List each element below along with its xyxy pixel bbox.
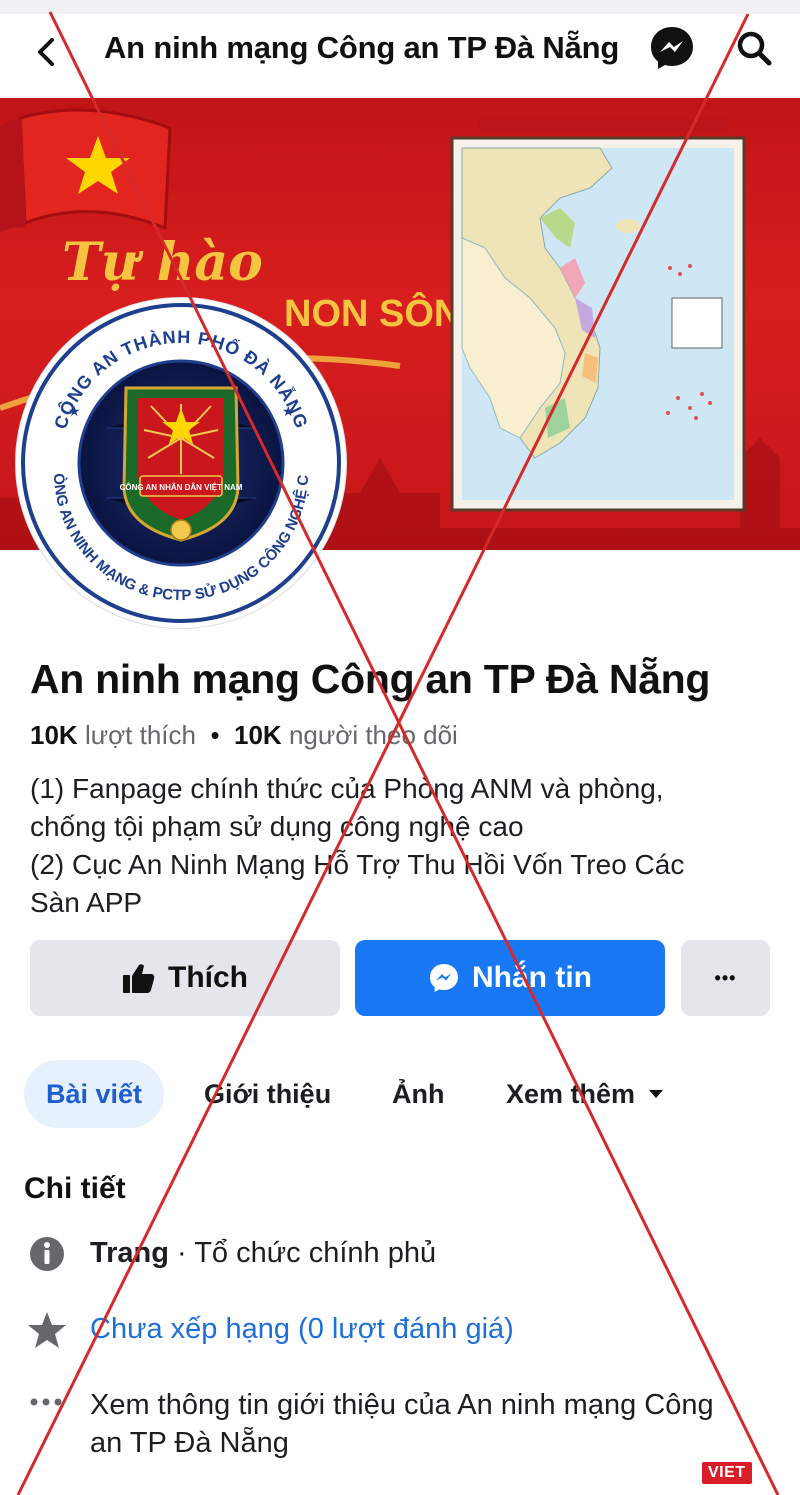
like-button[interactable]: Thích — [30, 940, 340, 1016]
profile-avatar[interactable]: CÔNG AN THÀNH PHỐ ĐÀ NẴNG PHÒNG AN NINH … — [10, 285, 346, 628]
tab-see-more-label: Xem thêm — [506, 1078, 636, 1109]
page-stats: 10K lượt thích • 10K người theo dõi — [30, 720, 458, 751]
bio-line: Sàn APP — [30, 887, 143, 918]
search-icon — [737, 31, 772, 66]
back-button[interactable] — [28, 32, 68, 72]
tab-posts[interactable]: Bài viết — [24, 1060, 165, 1128]
stats-separator: • — [210, 720, 220, 750]
message-button-label: Nhắn tin — [472, 961, 592, 994]
svg-text:★: ★ — [68, 403, 81, 419]
message-button[interactable]: Nhắn tin — [355, 940, 665, 1016]
search-button[interactable] — [734, 28, 774, 68]
rating-row[interactable]: Chưa xếp hạng (0 lượt đánh giá) — [26, 1310, 514, 1350]
star-icon — [28, 1312, 66, 1348]
page-name: An ninh mạng Công an TP Đà Nẵng — [30, 656, 711, 702]
tab-see-more[interactable]: Xem thêm — [506, 1060, 667, 1128]
page-category-row: Trang · Tổ chức chính phủ — [26, 1234, 436, 1274]
rating-link[interactable]: Chưa xếp hạng (0 lượt đánh giá) — [90, 1310, 514, 1348]
header-title: An ninh mạng Công an TP Đà Nẵng — [104, 30, 620, 65]
more-info-row[interactable]: Xem thông tin giới thiệu của An ninh mạn… — [26, 1386, 790, 1462]
more-info-text[interactable]: Xem thông tin giới thiệu của An ninh mạn… — [90, 1386, 790, 1462]
badge-text: CÔNG AN NHÂN DÂN VIỆT NAM — [120, 483, 243, 492]
bio-line: (1) Fanpage chính thức của Phòng ANM và … — [30, 773, 664, 804]
thumbs-up-icon — [123, 964, 155, 993]
messenger-icon — [430, 964, 458, 992]
followers-label: người theo dõi — [288, 720, 458, 750]
ellipsis-icon — [30, 1398, 62, 1406]
likes-count: 10K — [30, 720, 78, 750]
more-info-line: an TP Đà Nẵng — [90, 1427, 289, 1459]
messenger-button[interactable] — [648, 24, 696, 72]
more-dots-icon: ••• — [714, 967, 737, 988]
caret-down-icon — [649, 1090, 664, 1098]
back-arrow-icon — [38, 38, 54, 66]
bio-line: (2) Cục An Ninh Mạng Hỗ Trợ Thu Hồi Vốn … — [30, 849, 685, 880]
tab-photos[interactable]: Ảnh — [392, 1060, 444, 1128]
messenger-icon — [651, 27, 693, 69]
more-info-line: Xem thông tin giới thiệu của An ninh mạn… — [90, 1389, 714, 1421]
more-options-button[interactable]: ••• — [681, 940, 770, 1016]
followers-count: 10K — [234, 720, 282, 750]
category-value: · Tổ chức chính phủ — [168, 1237, 437, 1269]
likes-label: lượt thích — [84, 720, 196, 750]
top-bar: An ninh mạng Công an TP Đà Nẵng — [0, 14, 800, 98]
police-emblem-logo: CÔNG AN THÀNH PHỐ ĐÀ NẴNG PHÒNG AN NINH … — [10, 285, 341, 623]
info-icon — [30, 1237, 64, 1271]
bio-line: chống tội phạm sử dụng công nghệ cao — [30, 811, 524, 842]
svg-text:★: ★ — [282, 403, 295, 419]
banner-text-1: Tự hào — [62, 232, 263, 293]
page-bio: (1) Fanpage chính thức của Phòng ANM và … — [30, 770, 780, 922]
status-bar-gap — [0, 0, 800, 14]
category-type: Trang — [90, 1237, 169, 1269]
details-heading: Chi tiết — [24, 1172, 126, 1205]
tab-about[interactable]: Giới thiệu — [204, 1060, 331, 1128]
like-button-label: Thích — [168, 961, 248, 994]
watermark-logo: VIET — [702, 1462, 752, 1484]
